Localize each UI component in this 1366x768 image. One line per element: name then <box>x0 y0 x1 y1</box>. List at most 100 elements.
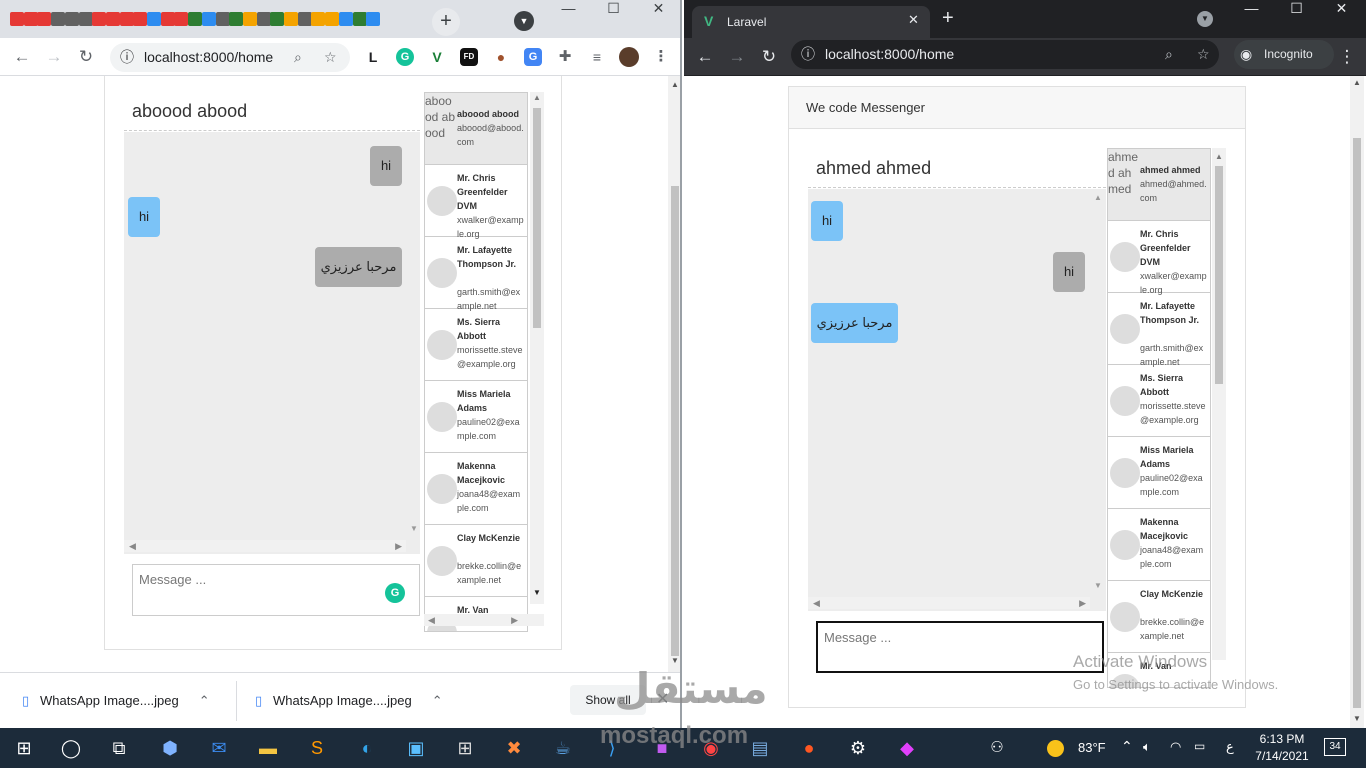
page-scrollbar[interactable]: ▲ ▼ <box>1350 76 1364 728</box>
menu-kebab-icon[interactable]: ⋮ <box>1336 46 1358 68</box>
pinned-tab-favicon-icon[interactable] <box>338 12 353 26</box>
minimize-button[interactable]: — <box>546 0 591 20</box>
forward-icon[interactable]: → <box>43 46 65 68</box>
user-list-hscroll[interactable]: ◀ ▶ <box>424 614 544 626</box>
user-list-item[interactable]: Ms. Sierra Abbott morissette.steve@exampl… <box>425 309 527 381</box>
postman-icon[interactable]: ● <box>795 734 823 762</box>
user-list-item[interactable]: Clay McKenzie brekke.collin@example.net <box>425 525 527 597</box>
fd-extension-icon[interactable]: FD <box>460 48 478 66</box>
git-kraken-icon[interactable]: ◆ <box>893 734 921 762</box>
pinned-tab-favicon-icon[interactable] <box>119 12 134 26</box>
reload-icon[interactable]: ↻ <box>758 46 780 68</box>
tab-search-icon[interactable]: ▼ <box>1197 11 1213 27</box>
active-tab[interactable]: V Laravel ✕ <box>692 6 930 38</box>
scroll-up-arrow-icon[interactable]: ▲ <box>533 93 541 102</box>
close-window-button[interactable]: ✕ <box>1319 0 1364 20</box>
search-icon[interactable]: ◯ <box>57 734 85 762</box>
jc-app-icon[interactable]: ☕ <box>549 734 577 762</box>
pinned-tab-favicon-icon[interactable] <box>23 12 38 26</box>
tab-search-icon[interactable]: ▼ <box>514 11 534 31</box>
pinned-tab-favicon-icon[interactable] <box>297 12 312 26</box>
wifi-icon[interactable]: ◠ <box>1170 739 1181 755</box>
minimize-button[interactable]: — <box>1229 0 1274 20</box>
user-list-scrollbar[interactable]: ▲ ▼ <box>530 92 544 604</box>
pinned-tab-favicon-icon[interactable] <box>92 12 107 26</box>
pinned-tab-favicon-icon[interactable] <box>133 12 148 26</box>
pinned-tab-favicon-icon[interactable] <box>215 12 230 26</box>
scroll-up-arrow-icon[interactable]: ▲ <box>1094 193 1102 202</box>
pinned-tab-favicon-icon[interactable] <box>270 12 285 26</box>
temperature[interactable]: 83°F <box>1078 740 1106 755</box>
horizontal-scrollbar[interactable]: ◀ ▶ <box>808 597 1090 609</box>
store-icon[interactable]: ⊞ <box>451 734 479 762</box>
forward-icon[interactable]: → <box>726 46 748 68</box>
user-list-item[interactable]: aboood abood aboood abood aboood@abood.com <box>425 93 527 165</box>
pinned-tab-favicon-icon[interactable] <box>284 12 298 26</box>
user-list-item[interactable]: Mr. Chris Greenfelder DVM xwalker@example… <box>1108 221 1210 295</box>
user-list-item[interactable]: Clay McKenzie brekke.collin@example.net <box>1108 581 1210 653</box>
volume-icon[interactable]: 🔈︎ <box>1143 739 1151 755</box>
zoom-icon[interactable]: ⌕ <box>1165 40 1173 69</box>
bookmark-star-icon[interactable]: ☆ <box>324 43 337 72</box>
user-list-item[interactable]: Mr. Chris Greenfelder DVM xwalker@example… <box>425 165 527 239</box>
pinned-tab-favicon-icon[interactable] <box>10 12 24 26</box>
pinned-tab-favicon-icon[interactable] <box>147 12 161 26</box>
site-info-icon[interactable]: ⓘ <box>801 40 815 69</box>
pinned-tab-favicon-icon[interactable] <box>352 12 367 26</box>
menu-kebab-icon[interactable]: ⋮ <box>652 48 670 66</box>
pinned-tab-favicon-icon[interactable] <box>188 12 203 26</box>
download-item[interactable]: ▯ WhatsApp Image....jpeg ⌃ <box>255 689 443 713</box>
back-icon[interactable]: ← <box>694 46 716 68</box>
horizontal-scrollbar[interactable]: ◀ ▶ <box>124 540 406 552</box>
pinned-tab-favicon-icon[interactable] <box>311 12 326 26</box>
user-list-item[interactable]: Miss Mariela Adams pauline02@example.com <box>1108 437 1210 509</box>
site-info-icon[interactable]: ⓘ <box>120 43 134 72</box>
grammarly-icon[interactable]: G <box>396 48 414 66</box>
scroll-down-arrow-icon[interactable]: ▼ <box>1094 581 1102 590</box>
media-queue-icon[interactable]: ≡ <box>588 48 606 66</box>
pinned-tab-favicon-icon[interactable] <box>242 12 257 26</box>
pinned-tab-favicon-icon[interactable] <box>51 12 66 26</box>
pinned-tab-favicon-icon[interactable] <box>160 12 175 26</box>
pinned-tab-favicon-icon[interactable] <box>366 12 381 26</box>
task-view-icon[interactable]: ⧉ <box>105 734 133 762</box>
bookmark-star-icon[interactable]: ☆ <box>1197 40 1210 69</box>
user-list-item[interactable]: Ms. Sierra Abbott morissette.steve@exampl… <box>1108 365 1210 437</box>
clock[interactable]: 6:13 PM 7/14/2021 <box>1250 731 1314 765</box>
message-input[interactable]: Message ... <box>816 621 1104 673</box>
user-list-item[interactable]: Makenna Macejkovic joana48@example.com <box>425 453 527 525</box>
cookie-icon[interactable]: ● <box>492 48 510 66</box>
pinned-tab-favicon-icon[interactable] <box>201 12 216 26</box>
back-icon[interactable]: ← <box>11 46 33 68</box>
vue-devtools-icon[interactable]: V <box>428 48 446 66</box>
extension-l-icon[interactable]: L <box>364 48 382 66</box>
scroll-down-arrow-icon[interactable]: ▼ <box>533 588 541 597</box>
scroll-up-arrow-icon[interactable]: ▲ <box>1215 152 1223 161</box>
chevron-up-icon[interactable]: ⌃ <box>199 693 210 708</box>
user-list-item[interactable]: Miss Mariela Adams pauline02@example.com <box>425 381 527 453</box>
message-input[interactable]: Message ... G <box>132 564 420 616</box>
new-tab-button[interactable]: + <box>942 7 954 30</box>
reload-icon[interactable]: ↻ <box>75 46 97 68</box>
maximize-button[interactable]: ☐ <box>591 0 636 20</box>
xampp-icon[interactable]: ✖ <box>500 734 528 762</box>
chevron-up-icon[interactable]: ⌃ <box>1121 738 1133 755</box>
app-icon[interactable]: ▤ <box>746 734 774 762</box>
settings-gear-icon[interactable]: ⚙ <box>844 734 872 762</box>
pinned-tab-favicon-icon[interactable] <box>78 12 93 26</box>
edge-icon[interactable]: ◐ <box>353 734 381 762</box>
download-item[interactable]: ▯ WhatsApp Image....jpeg ⌃ <box>22 689 210 713</box>
user-list-item[interactable]: ahmed ahmed ahmed ahmed ahmed@ahmed.com <box>1108 149 1210 221</box>
people-icon[interactable]: ⚇ <box>983 734 1011 762</box>
profile-avatar[interactable] <box>619 47 639 67</box>
start-icon[interactable]: ⊞ <box>10 734 38 762</box>
pinned-tab-favicon-icon[interactable] <box>325 12 340 26</box>
pinned-tab-favicon-icon[interactable] <box>105 12 120 26</box>
sublime-text-icon[interactable]: S <box>303 734 331 762</box>
close-window-button[interactable]: ✕ <box>636 0 680 20</box>
pinned-tab-favicon-icon[interactable] <box>174 12 189 26</box>
pinned-tab-favicon-icon[interactable] <box>256 12 271 26</box>
user-list-item[interactable]: Mr. Lafayette Thompson Jr. garth.smith@ex… <box>1108 293 1210 367</box>
battery-icon[interactable]: ▭ <box>1194 739 1205 753</box>
3d-box-app-icon[interactable]: ⬢ <box>156 734 184 762</box>
